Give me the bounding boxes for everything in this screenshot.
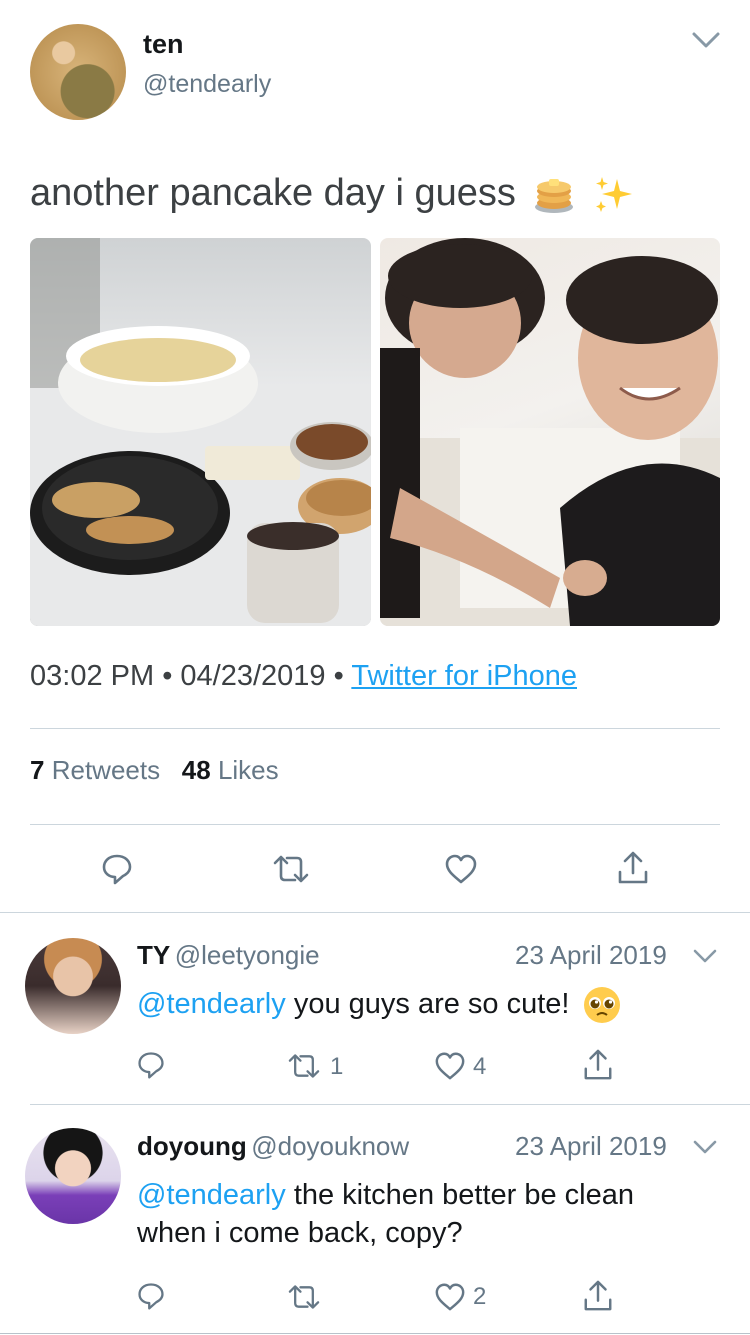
tweet-source-link[interactable]: Twitter for iPhone <box>351 660 577 692</box>
chevron-down-icon[interactable] <box>692 946 718 966</box>
sparkles-icon <box>596 176 633 212</box>
reply-text: @tendearly you guys are so cute! <box>137 985 622 1025</box>
mention-link[interactable]: @tendearly <box>137 988 286 1020</box>
tweet-text: another pancake day i guess <box>30 172 635 217</box>
divider <box>30 824 720 825</box>
mention-link[interactable]: @tendearly <box>137 1179 286 1211</box>
tweet-time: 03:02 PM <box>30 660 155 692</box>
reply-text-content: you guys are so cute! <box>293 988 570 1020</box>
reply-text: @tendearly the kitchen better be clean w… <box>137 1176 634 1252</box>
author-name[interactable]: ten <box>143 29 184 60</box>
reply-date: 23 April 2019 <box>515 1131 667 1161</box>
meta-separator: • <box>162 660 173 692</box>
reply-header: TY @leetyongie <box>137 940 320 971</box>
retweet-icon[interactable] <box>286 1282 322 1312</box>
likes-count: 48 <box>181 755 211 785</box>
share-icon[interactable] <box>616 850 650 886</box>
author-handle[interactable]: @tendearly <box>143 70 271 99</box>
reply-author-handle[interactable]: @leetyongie <box>175 940 320 970</box>
tweet-text-content: another pancake day i guess <box>30 172 516 214</box>
reply-text-line1: the kitchen better be clean <box>293 1179 634 1211</box>
reply-author-name[interactable]: doyoung <box>137 1131 247 1161</box>
heart-icon[interactable] <box>434 1050 466 1082</box>
heart-icon[interactable] <box>434 1281 466 1313</box>
reply-icon[interactable] <box>136 1050 166 1080</box>
pleading-face-icon <box>583 987 620 1024</box>
retweets-count: 7 <box>30 755 45 785</box>
avatar[interactable] <box>25 1128 121 1224</box>
reply-header: doyoung @doyouknow <box>137 1131 409 1162</box>
reply-text-line2: when i come back, copy? <box>137 1217 463 1249</box>
likes-stat[interactable]: 48 Likes <box>182 755 279 785</box>
reply-icon[interactable] <box>136 1281 166 1311</box>
retweet-icon[interactable] <box>271 852 311 886</box>
reply-date: 23 April 2019 <box>515 940 667 970</box>
meta-separator: • <box>333 660 344 692</box>
divider <box>0 912 750 913</box>
divider <box>30 728 720 729</box>
tweet-meta: 03:02 PM • 04/23/2019 • Twitter for iPho… <box>30 660 577 693</box>
heart-icon[interactable] <box>444 852 478 886</box>
share-icon[interactable] <box>582 1048 614 1082</box>
reply-author-name[interactable]: TY <box>137 940 170 970</box>
retweet-icon[interactable] <box>286 1051 322 1081</box>
chevron-down-icon[interactable] <box>692 1137 718 1157</box>
divider <box>0 1333 750 1334</box>
share-icon[interactable] <box>582 1279 614 1313</box>
retweets-label: Retweets <box>51 755 161 785</box>
divider <box>30 1104 750 1105</box>
like-count: 2 <box>473 1283 487 1310</box>
avatar[interactable] <box>30 24 126 120</box>
tweet-stats: 7 Retweets 48 Likes <box>30 755 279 786</box>
avatar[interactable] <box>25 938 121 1034</box>
pancakes-icon <box>535 178 574 213</box>
likes-label: Likes <box>217 755 279 785</box>
retweet-count: 1 <box>330 1053 344 1080</box>
retweets-stat[interactable]: 7 Retweets <box>30 755 167 785</box>
reply-author-handle[interactable]: @doyouknow <box>251 1131 409 1161</box>
chevron-down-icon[interactable] <box>690 28 722 52</box>
tweet-photo-selfie[interactable] <box>380 238 720 626</box>
like-count: 4 <box>473 1053 487 1080</box>
reply-icon[interactable] <box>100 852 134 886</box>
tweet-date: 04/23/2019 <box>180 660 326 692</box>
tweet-photo-pancakes[interactable] <box>30 238 371 626</box>
